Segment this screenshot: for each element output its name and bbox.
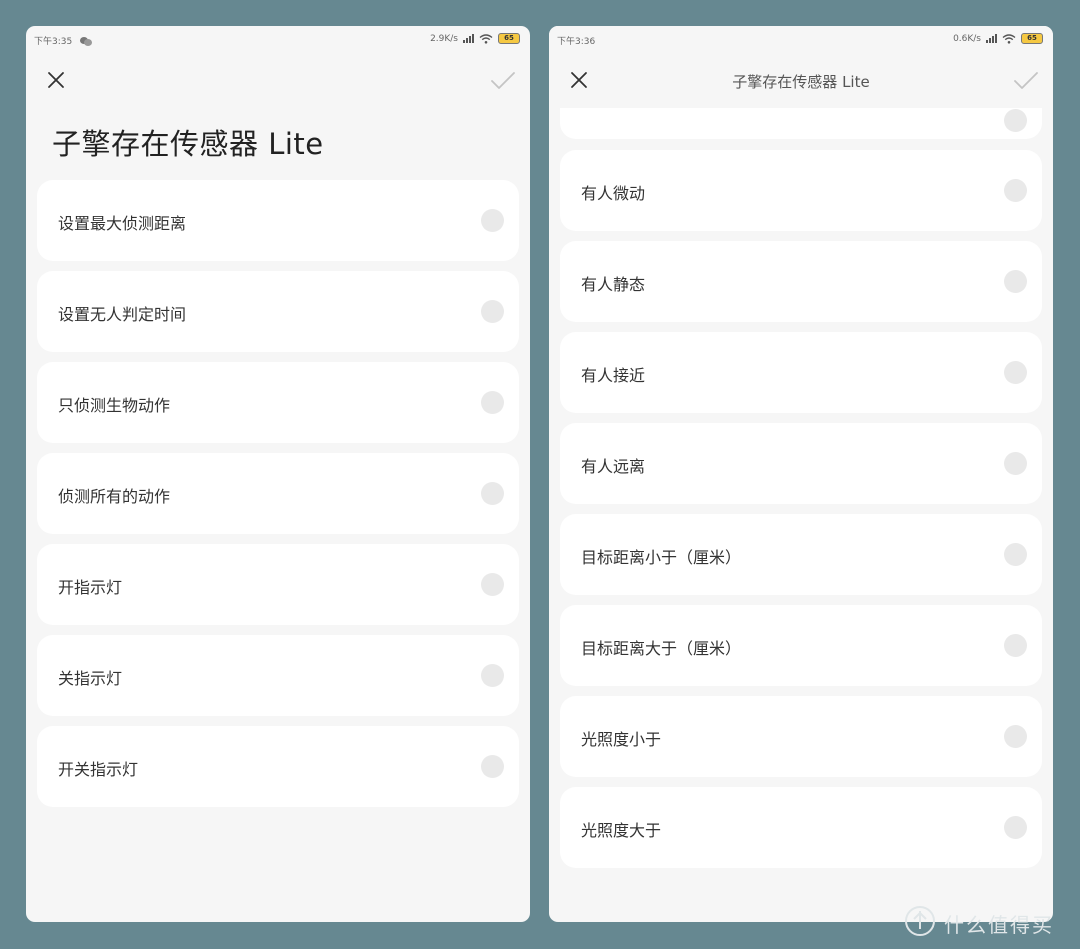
list-item-label: 开关指示灯 <box>58 760 139 779</box>
battery-icon: 65 <box>498 33 520 44</box>
list-item-label: 目标距离大于（厘米） <box>581 639 742 658</box>
wifi-icon <box>1002 33 1016 44</box>
page-title: 子擎存在传感器 Lite <box>52 127 324 161</box>
status-time: 下午3:36 <box>557 37 596 47</box>
radio-icon[interactable] <box>1004 179 1027 202</box>
radio-icon[interactable] <box>1004 361 1027 384</box>
list-item-label: 光照度小于 <box>581 730 662 749</box>
close-icon[interactable] <box>46 70 66 90</box>
list-item[interactable]: 目标距离大于（厘米） <box>560 605 1042 686</box>
radio-icon[interactable] <box>1004 452 1027 475</box>
radio-icon[interactable] <box>481 482 504 505</box>
battery-icon: 65 <box>1021 33 1043 44</box>
wechat-icon <box>80 36 93 46</box>
signal-icon <box>463 34 474 43</box>
list-item[interactable]: 设置无人判定时间 <box>37 271 519 352</box>
page-title: 子擎存在传感器 Lite <box>732 73 870 91</box>
list-item[interactable]: 有人静态 <box>560 241 1042 322</box>
list-item[interactable]: 关指示灯 <box>37 635 519 716</box>
list-item-label: 侦测所有的动作 <box>58 487 171 506</box>
status-bar: 下午3:35 2.9K/s 65 <box>26 26 530 52</box>
top-bar: 子擎存在传感器 Lite <box>549 66 1053 94</box>
top-bar <box>26 66 530 94</box>
radio-icon[interactable] <box>1004 816 1027 839</box>
radio-icon[interactable] <box>1004 725 1027 748</box>
list-item-label: 有人静态 <box>581 275 646 294</box>
list-item[interactable]: 只侦测生物动作 <box>37 362 519 443</box>
check-icon[interactable] <box>1013 70 1039 92</box>
status-bar: 下午3:36 0.6K/s 65 <box>549 26 1053 52</box>
network-speed: 2.9K/s <box>430 33 458 44</box>
list-item[interactable]: 开指示灯 <box>37 544 519 625</box>
list-item-label: 有人微动 <box>581 184 646 203</box>
list-item-label: 有人接近 <box>581 366 646 385</box>
list-item-label: 设置最大侦测距离 <box>58 214 187 233</box>
list-item[interactable]: 目标距离小于（厘米） <box>560 514 1042 595</box>
list-item[interactable]: 设置最大侦测距离 <box>37 180 519 261</box>
list-item[interactable]: 有人微动 <box>560 150 1042 231</box>
list-item[interactable]: 有人接近 <box>560 332 1042 413</box>
signal-icon <box>986 34 997 43</box>
radio-icon[interactable] <box>481 664 504 687</box>
list-item-label: 目标距离小于（厘米） <box>581 548 742 567</box>
list-item-label: 光照度大于 <box>581 821 662 840</box>
radio-icon[interactable] <box>481 300 504 323</box>
watermark: 什么值得买 <box>904 903 1074 943</box>
watermark-logo-icon <box>905 906 935 936</box>
radio-icon[interactable] <box>481 209 504 232</box>
list-item[interactable]: 有人远离 <box>560 423 1042 504</box>
list-item-label: 关指示灯 <box>58 669 123 688</box>
watermark-text: 什么值得买 <box>944 913 1054 937</box>
radio-icon[interactable] <box>481 573 504 596</box>
radio-icon[interactable] <box>1004 270 1027 293</box>
left-screen: 下午3:35 2.9K/s 65 子擎存在传感器 Lite 设置最大侦测距离 设… <box>26 26 530 922</box>
radio-icon[interactable] <box>481 391 504 414</box>
radio-icon[interactable] <box>1004 109 1027 132</box>
list-item[interactable]: 光照度大于 <box>560 787 1042 868</box>
list-item-label: 设置无人判定时间 <box>58 305 187 324</box>
check-icon[interactable] <box>490 70 516 92</box>
radio-icon[interactable] <box>481 755 504 778</box>
radio-icon[interactable] <box>1004 634 1027 657</box>
network-speed: 0.6K/s <box>953 33 981 44</box>
radio-icon[interactable] <box>1004 543 1027 566</box>
list-item-label: 只侦测生物动作 <box>58 396 171 415</box>
right-screen: 下午3:36 0.6K/s 65 子擎存在传感器 Lite 有人微动 有人静态 … <box>549 26 1053 922</box>
list-item[interactable]: 光照度小于 <box>560 696 1042 777</box>
status-time: 下午3:35 <box>34 37 73 47</box>
list-item-label: 有人远离 <box>581 457 646 476</box>
list-item[interactable]: 开关指示灯 <box>37 726 519 807</box>
list-item[interactable]: 侦测所有的动作 <box>37 453 519 534</box>
wifi-icon <box>479 33 493 44</box>
list-item-label: 开指示灯 <box>58 578 123 597</box>
